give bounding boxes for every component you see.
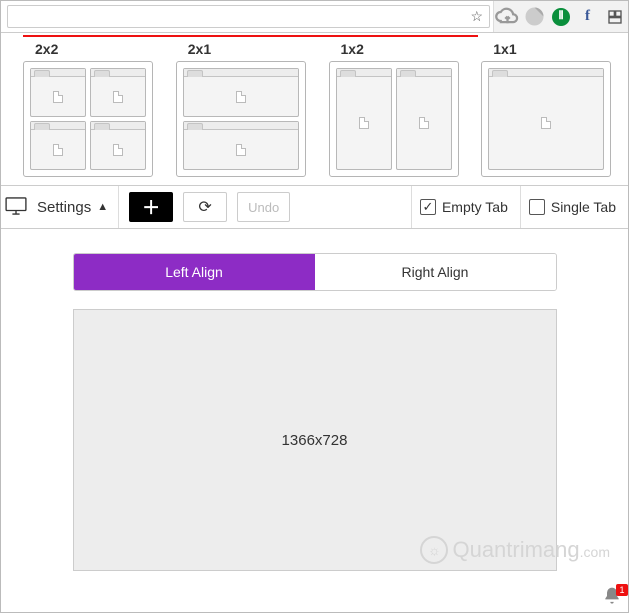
left-align-button[interactable]: Left Align [74,254,315,290]
empty-tab-checkbox[interactable]: ✓ Empty Tab [411,186,516,228]
resolution-label: 1366x728 [282,432,348,449]
document-icon [236,91,246,103]
circle-icon[interactable] [521,1,548,32]
layout-options-row: 2x2 2x1 1x2 [1,37,628,185]
refresh-button[interactable]: ⟳ [183,192,227,222]
cloud-sync-icon[interactable] [494,1,521,32]
layout-option-1x2[interactable]: 1x2 [329,41,464,177]
tab-resize-icon[interactable] [601,1,628,32]
empty-tab-label: Empty Tab [442,199,508,215]
monitor-icon [5,197,27,218]
settings-label: Settings [37,199,91,216]
plus-icon: ＋ [142,194,160,220]
layout-label: 2x2 [23,41,158,57]
layout-option-2x1[interactable]: 2x1 [176,41,311,177]
align-toggle-row: Left Align Right Align [1,253,628,291]
checkbox-icon: ✓ [420,199,436,215]
layout-option-2x2[interactable]: 2x2 [23,41,158,177]
facebook-icon[interactable]: f [574,1,601,32]
document-icon [113,91,123,103]
address-bar[interactable]: ☆ [7,5,490,28]
document-icon [359,117,369,129]
refresh-icon: ⟳ [198,197,211,217]
settings-button[interactable]: Settings ▲ [31,186,119,228]
resolution-preview[interactable]: 1366x728 [73,309,557,571]
layout-label: 1x2 [329,41,464,57]
layout-label: 1x1 [481,41,616,57]
document-icon [113,144,123,156]
browser-bar: ☆ ⦀ f [1,1,628,33]
notification-bell[interactable]: 1 [602,586,626,610]
align-segment: Left Align Right Align [73,253,557,291]
notification-badge: 1 [616,584,628,596]
bookmark-star-icon[interactable]: ☆ [470,8,483,25]
layout-option-1x1[interactable]: 1x1 [481,41,616,177]
right-align-button[interactable]: Right Align [315,254,556,290]
app-window: ☆ ⦀ f 2x2 [0,0,629,613]
document-icon [53,91,63,103]
single-tab-label: Single Tab [551,199,616,215]
checkbox-icon [529,199,545,215]
document-icon [53,144,63,156]
undo-label: Undo [248,200,279,215]
add-layout-button[interactable]: ＋ [129,192,173,222]
chevron-up-icon: ▲ [97,201,108,213]
document-icon [236,144,246,156]
resolution-preview-wrap: 1366x728 [1,309,628,571]
document-icon [541,117,551,129]
green-extension-icon[interactable]: ⦀ [552,8,570,26]
extension-tray: ⦀ f [493,1,628,32]
layout-label: 2x1 [176,41,311,57]
toolbar: Settings ▲ ＋ ⟳ Undo ✓ Empty Tab Single T… [1,185,628,229]
single-tab-checkbox[interactable]: Single Tab [520,186,624,228]
document-icon [419,117,429,129]
undo-button[interactable]: Undo [237,192,290,222]
